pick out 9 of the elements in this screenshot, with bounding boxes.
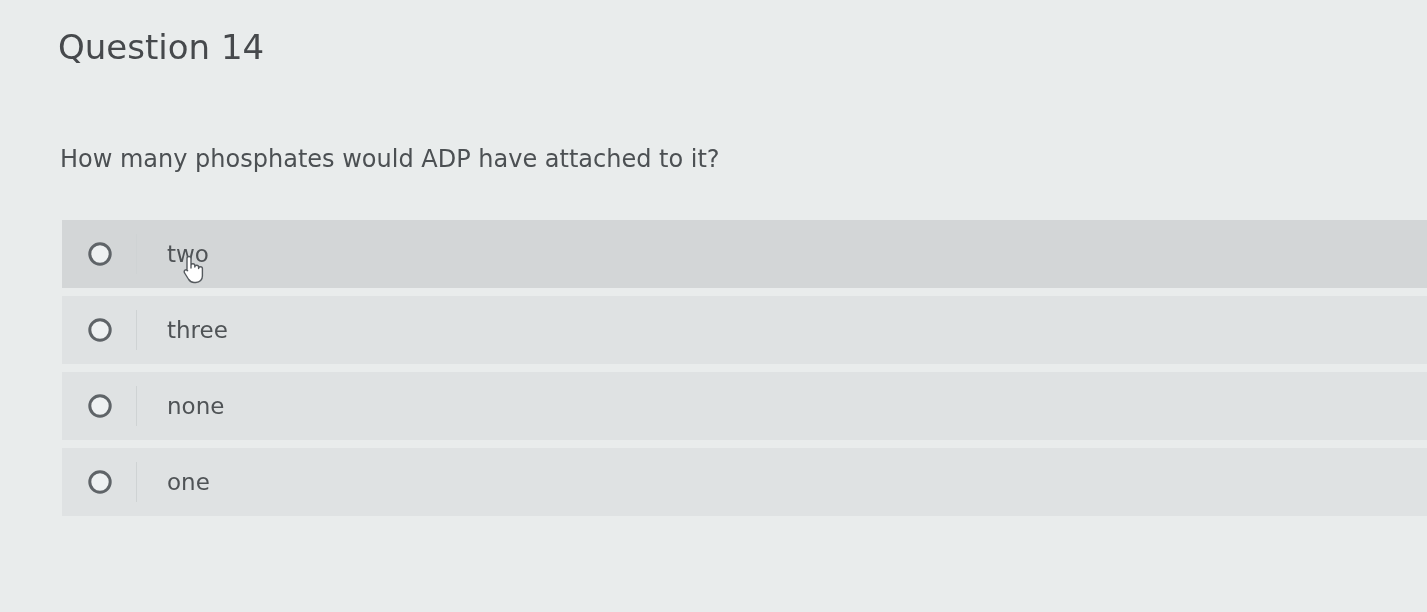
radio-button-icon[interactable] [88, 242, 112, 266]
answer-option[interactable]: none [62, 372, 1427, 440]
radio-button-icon[interactable] [88, 318, 112, 342]
radio-button-icon[interactable] [88, 470, 112, 494]
answer-option[interactable]: one [62, 448, 1427, 516]
radio-button-icon[interactable] [88, 394, 112, 418]
question-title: Question 14 [58, 26, 265, 69]
answer-option[interactable]: three [62, 296, 1427, 364]
question-text: How many phosphates would ADP have attached to it? [60, 144, 720, 175]
